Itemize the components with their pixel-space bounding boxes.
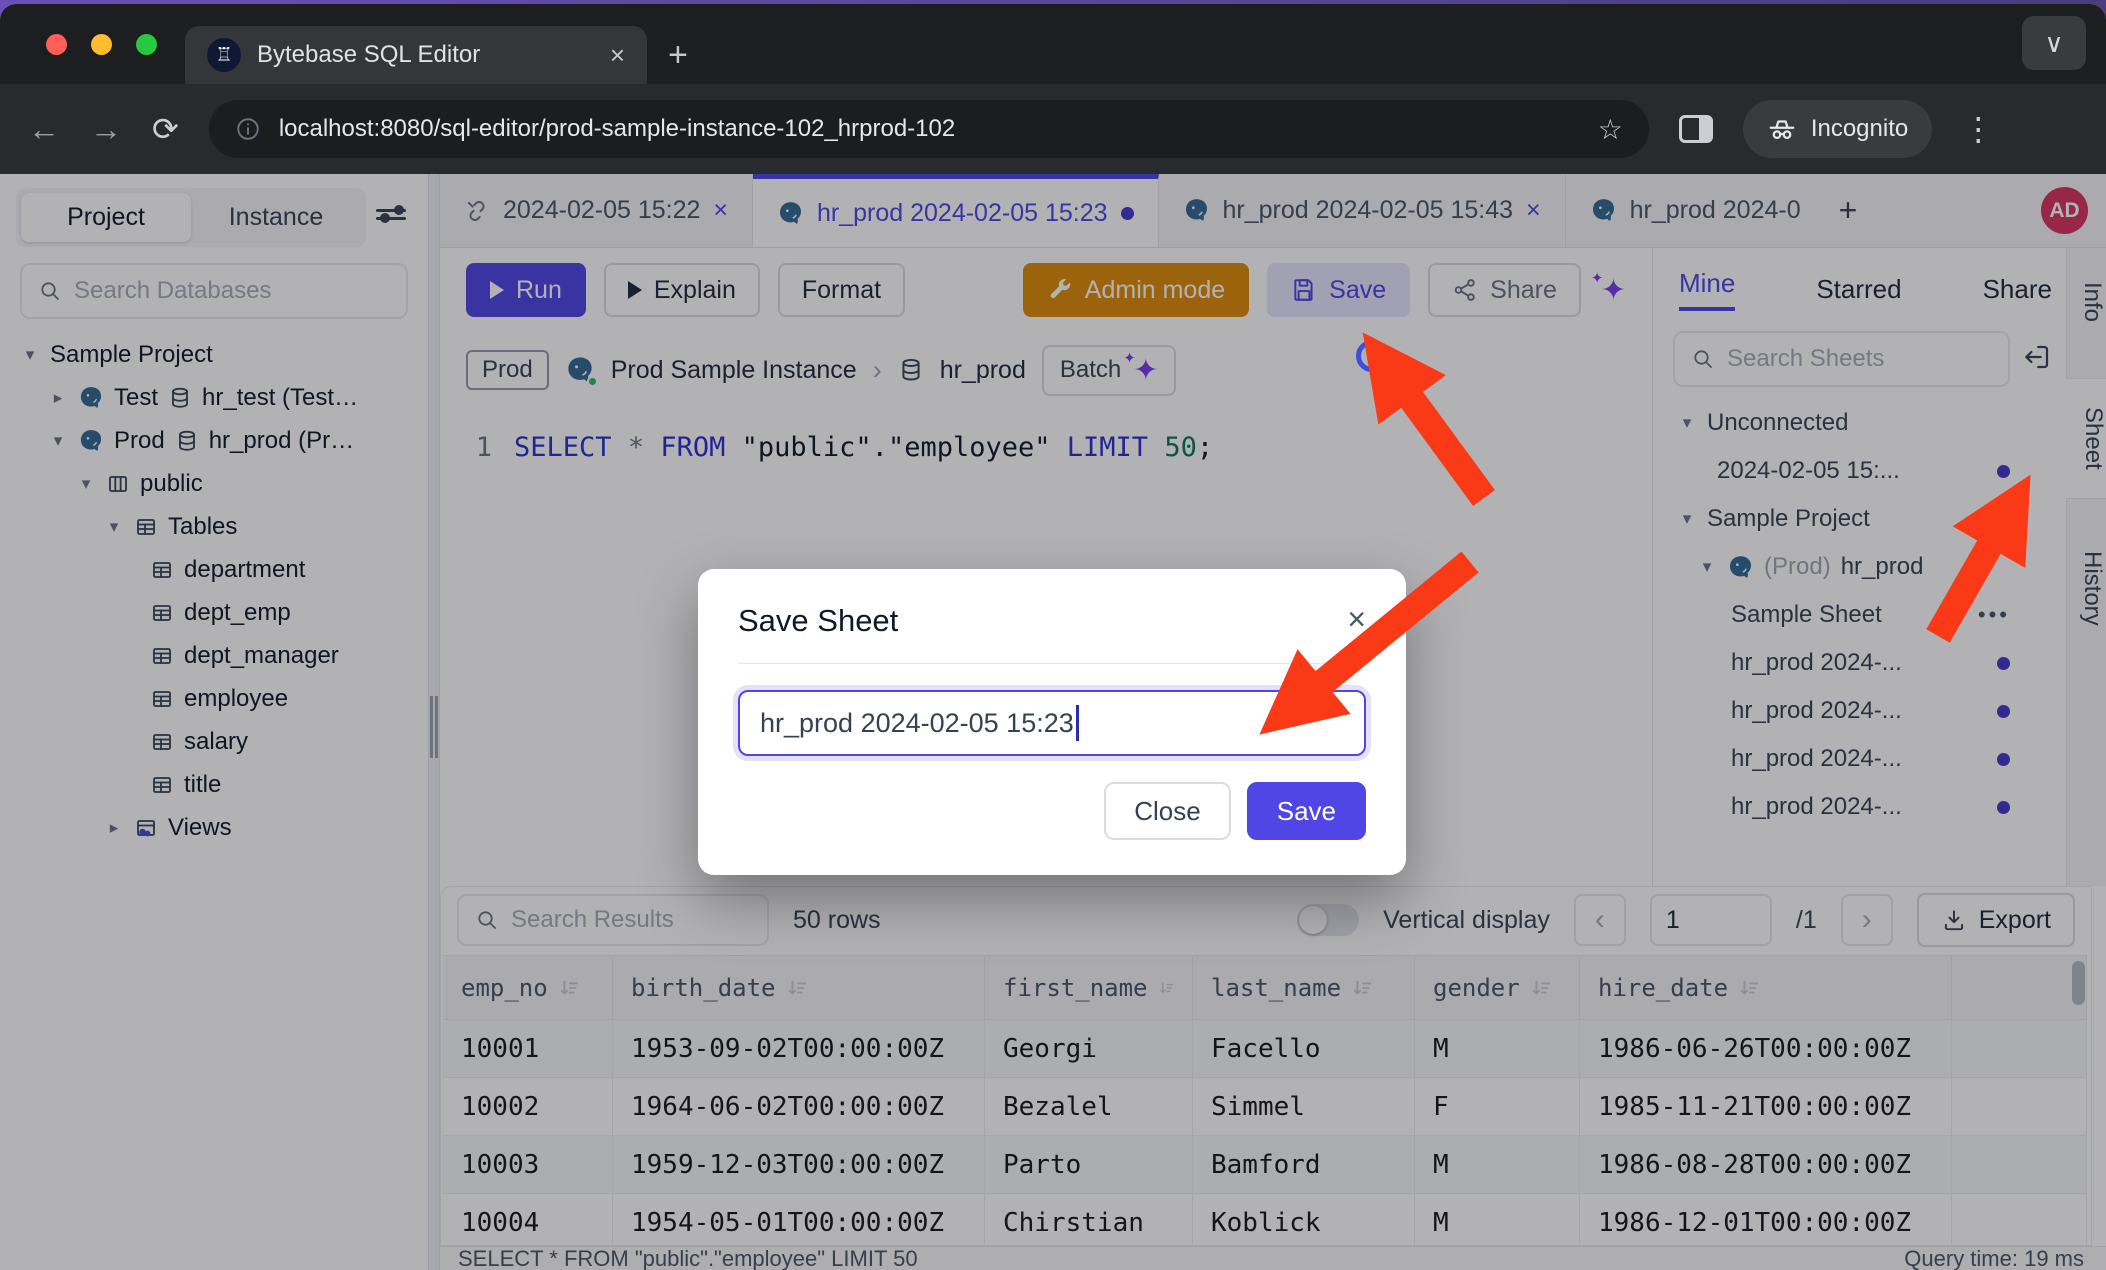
bytebase-favicon-icon: ♖	[207, 38, 241, 72]
incognito-icon	[1767, 114, 1797, 144]
browser-menu-icon[interactable]: ⋮	[1962, 110, 1994, 148]
text-cursor	[1076, 705, 1079, 741]
reload-icon[interactable]: ⟳	[152, 110, 179, 148]
new-tab-button[interactable]: +	[668, 36, 688, 75]
browser-tab-title: Bytebase SQL Editor	[257, 41, 594, 69]
browser-toolbar: ← → ⟳ localhost:8080/sql-editor/prod-sam…	[0, 84, 2106, 174]
dialog-close-button[interactable]: Close	[1104, 782, 1230, 840]
site-info-icon[interactable]	[235, 116, 261, 142]
minimize-window-button[interactable]	[91, 34, 112, 55]
sheet-title-value: hr_prod 2024-02-05 15:23	[760, 708, 1074, 739]
side-panel-icon[interactable]	[1679, 115, 1713, 143]
bookmark-star-icon[interactable]: ☆	[1598, 113, 1623, 146]
close-window-button[interactable]	[46, 34, 67, 55]
close-tab-icon[interactable]: ×	[610, 40, 625, 71]
zoom-window-button[interactable]	[136, 34, 157, 55]
window-controls	[46, 34, 157, 55]
incognito-badge: Incognito	[1743, 100, 1932, 158]
browser-tabstrip: ♖ Bytebase SQL Editor × + ∨	[0, 4, 2106, 84]
annotation-circle	[1356, 340, 1388, 372]
browser-tab[interactable]: ♖ Bytebase SQL Editor ×	[185, 26, 647, 84]
dialog-divider	[738, 663, 1366, 664]
url-text: localhost:8080/sql-editor/prod-sample-in…	[279, 115, 1580, 143]
save-sheet-dialog: Save Sheet × hr_prod 2024-02-05 15:23 Cl…	[698, 569, 1406, 875]
back-icon[interactable]: ←	[28, 111, 60, 148]
screenshot-stage: ♖ Bytebase SQL Editor × + ∨ ← → ⟳ localh…	[0, 0, 2106, 1270]
forward-icon[interactable]: →	[90, 111, 122, 148]
browser-window: ♖ Bytebase SQL Editor × + ∨ ← → ⟳ localh…	[0, 4, 2106, 1270]
address-bar[interactable]: localhost:8080/sql-editor/prod-sample-in…	[209, 100, 1649, 158]
dialog-save-button[interactable]: Save	[1247, 782, 1366, 840]
dialog-close-icon[interactable]: ×	[1347, 603, 1366, 635]
dialog-title: Save Sheet	[738, 603, 898, 639]
sheet-title-input[interactable]: hr_prod 2024-02-05 15:23	[738, 690, 1366, 756]
tab-search-chevron-button[interactable]: ∨	[2022, 16, 2086, 70]
incognito-label: Incognito	[1811, 115, 1908, 143]
